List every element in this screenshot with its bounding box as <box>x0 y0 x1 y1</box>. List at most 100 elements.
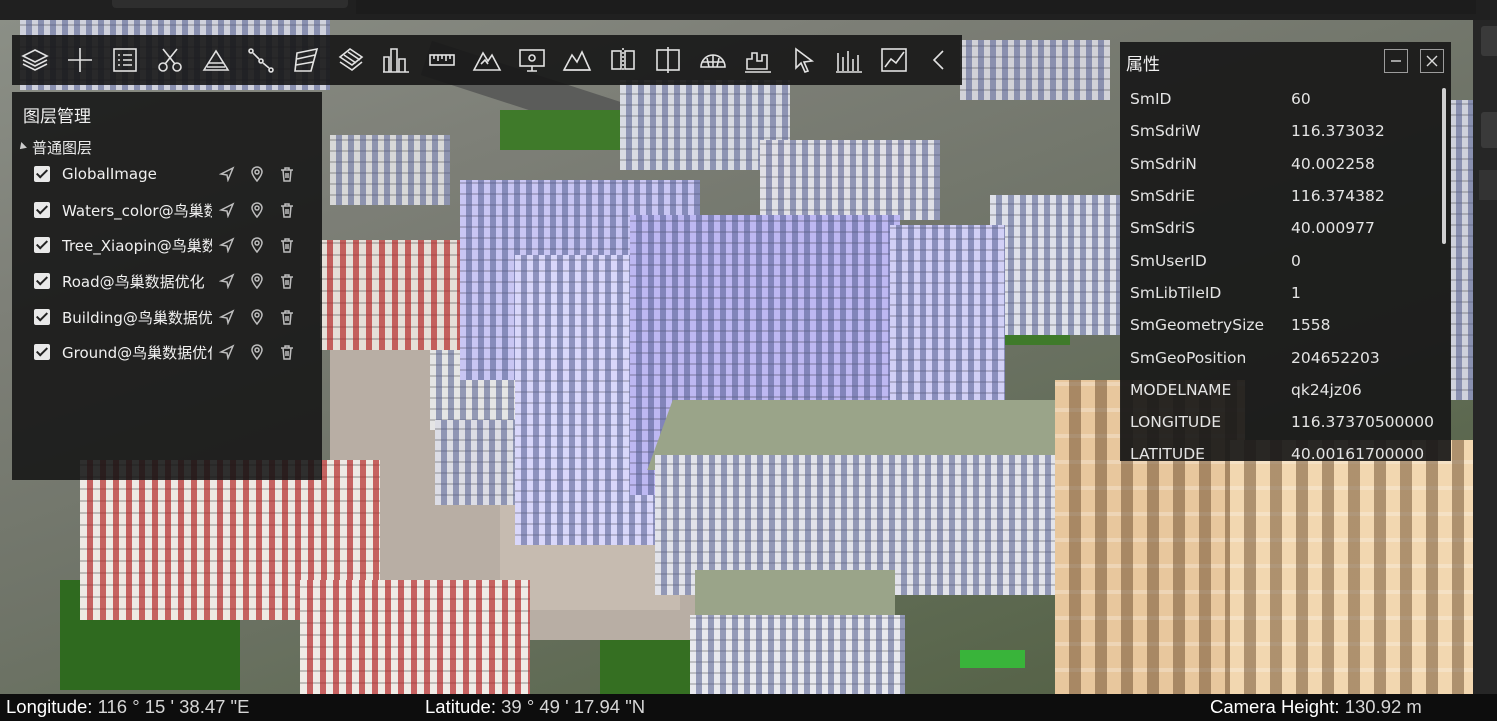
attribute-key: SmID <box>1130 90 1172 108</box>
close-button[interactable] <box>1420 49 1444 73</box>
attribute-value: 1 <box>1291 284 1301 302</box>
city-icon <box>383 48 410 73</box>
layer-name: GlobalImage <box>62 165 157 183</box>
profile-tool-button[interactable] <box>555 35 600 85</box>
fly-to-button[interactable] <box>212 230 242 260</box>
delete-layer-button[interactable] <box>272 159 302 189</box>
plus-icon <box>67 48 92 72</box>
clip-box-icon <box>610 48 635 72</box>
attribute-row: LATITUDE 40.00161700000 <box>1130 438 1435 461</box>
expand-caret-icon[interactable] <box>17 141 27 152</box>
mountains-icon <box>472 51 502 71</box>
layer-visibility-checkbox[interactable] <box>34 273 50 289</box>
locate-button[interactable] <box>242 230 272 260</box>
layers-tool-button[interactable] <box>12 35 57 85</box>
attribute-row: SmUserID 0 <box>1130 245 1435 277</box>
bar-chart-tool-button[interactable] <box>826 35 871 85</box>
attribute-value: qk24jz06 <box>1291 381 1362 399</box>
latitude-label: Latitude: <box>425 696 496 717</box>
minimize-button[interactable] <box>1384 49 1408 73</box>
building <box>320 240 470 350</box>
add-tool-button[interactable] <box>57 35 102 85</box>
attributes-scrollbar[interactable] <box>1442 88 1446 244</box>
locate-button[interactable] <box>242 195 272 225</box>
layer-visibility-checkbox[interactable] <box>34 309 50 325</box>
layer-name: Waters_color@鸟巢数据优化 <box>62 201 212 220</box>
layer-visibility-checkbox[interactable] <box>34 202 50 218</box>
attribute-value: 40.000977 <box>1291 219 1375 237</box>
delete-layer-button[interactable] <box>272 230 302 260</box>
layered-area-tool-button[interactable] <box>329 35 374 85</box>
fly-to-button[interactable] <box>212 159 242 189</box>
fly-to-button[interactable] <box>212 337 242 367</box>
locate-button[interactable] <box>242 337 272 367</box>
building <box>1450 100 1473 400</box>
cut-tool-button[interactable] <box>148 35 193 85</box>
terrain-tool-button[interactable] <box>193 35 238 85</box>
attribute-row: SmLibTileID 1 <box>1130 277 1435 309</box>
attribute-value: 40.00161700000 <box>1291 445 1425 461</box>
layer-group-header[interactable]: 普通图层 <box>17 137 92 158</box>
delete-layer-button[interactable] <box>272 337 302 367</box>
fly-to-button[interactable] <box>212 302 242 332</box>
building <box>330 135 450 205</box>
trash-icon <box>281 238 293 253</box>
layer-visibility-checkbox[interactable] <box>34 166 50 182</box>
delete-layer-button[interactable] <box>272 302 302 332</box>
selected-building[interactable] <box>890 225 1005 425</box>
latitude-readout: Latitude: 39 ° 49 ' 17.94 "N <box>425 696 645 718</box>
viewshed-icon <box>519 49 545 72</box>
attribute-value: 40.002258 <box>1291 155 1375 173</box>
scissors-icon <box>158 48 183 72</box>
side-control[interactable] <box>1481 112 1497 148</box>
side-control[interactable] <box>1481 26 1497 56</box>
camera-height-label: Camera Height: <box>1210 696 1340 717</box>
locate-button[interactable] <box>242 159 272 189</box>
attribute-row: SmSdriS 40.000977 <box>1130 212 1435 244</box>
fly-to-button[interactable] <box>212 195 242 225</box>
top-bar <box>0 0 1497 20</box>
attribute-value: 116.37370500000 <box>1291 413 1434 431</box>
clip-box-tool-button[interactable] <box>600 35 645 85</box>
delete-layer-button[interactable] <box>272 195 302 225</box>
minimize-icon <box>1391 60 1401 62</box>
layer-row-tree: Tree_Xiaopin@鸟巢数据优化 <box>34 230 314 260</box>
attribute-row: LONGITUDE 116.37370500000 <box>1130 406 1435 438</box>
side-control[interactable] <box>1479 170 1497 200</box>
locate-button[interactable] <box>242 266 272 296</box>
layer-visibility-checkbox[interactable] <box>34 237 50 253</box>
delete-layer-button[interactable] <box>272 266 302 296</box>
attribute-key: LONGITUDE <box>1130 413 1222 431</box>
layer-visibility-checkbox[interactable] <box>34 344 50 360</box>
layer-name: Tree_Xiaopin@鸟巢数据优化 <box>62 236 212 255</box>
select-tool-button[interactable] <box>781 35 826 85</box>
dome-tool-button[interactable] <box>691 35 736 85</box>
line-chart-tool-button[interactable] <box>871 35 916 85</box>
attribute-value: 1558 <box>1291 316 1331 334</box>
attributes-list[interactable]: SmID 60 SmSdriW 116.373032 SmSdriN 40.00225… <box>1120 83 1451 461</box>
fly-to-button[interactable] <box>212 266 242 296</box>
mountain-tool-button[interactable] <box>464 35 509 85</box>
viewshed-tool-button[interactable] <box>510 35 555 85</box>
lawn-strip <box>960 650 1025 668</box>
layer-row-road: Road@鸟巢数据优化 <box>34 266 314 296</box>
attribute-key: MODELNAME <box>1130 381 1232 399</box>
list-tool-button[interactable] <box>102 35 147 85</box>
trash-icon <box>281 310 293 325</box>
send-arrow-icon <box>219 166 235 182</box>
terrain-icon <box>202 49 229 71</box>
ruler-tool-button[interactable] <box>419 35 464 85</box>
collapse-toolbar-button[interactable] <box>917 35 962 85</box>
attribute-value: 116.374382 <box>1291 187 1385 205</box>
city-tool-button[interactable] <box>374 35 419 85</box>
attribute-key: SmGeoPosition <box>1130 349 1247 367</box>
distance-tool-button[interactable] <box>238 35 283 85</box>
skyline-tool-button[interactable] <box>736 35 781 85</box>
area-tool-button[interactable] <box>283 35 328 85</box>
split-screen-tool-button[interactable] <box>645 35 690 85</box>
layer-row-waters: Waters_color@鸟巢数据优化 <box>34 195 314 225</box>
layer-row-globalimage: GlobalImage <box>34 159 314 189</box>
locate-button[interactable] <box>242 302 272 332</box>
building <box>435 420 520 505</box>
attribute-key: SmGeometrySize <box>1130 316 1265 334</box>
